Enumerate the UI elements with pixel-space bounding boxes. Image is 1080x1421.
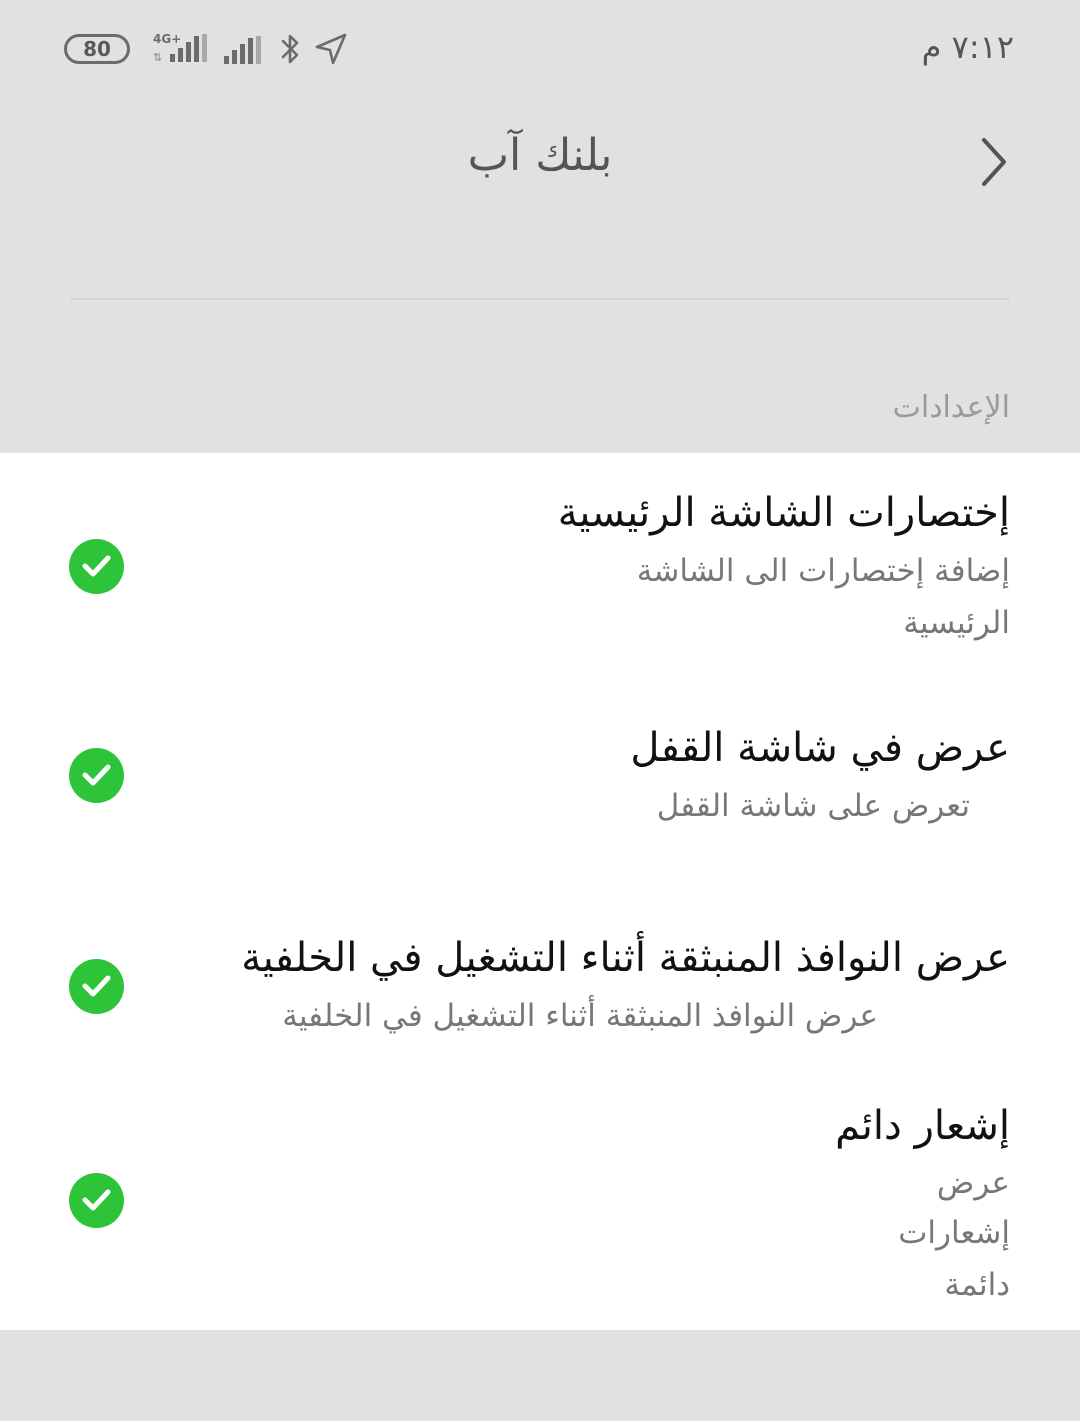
bluetooth-icon (281, 34, 299, 64)
checked-checkbox-icon[interactable] (69, 1173, 124, 1228)
setting-title: إشعار دائم (835, 1103, 1010, 1149)
header-divider (70, 298, 1010, 300)
location-arrow-icon (315, 33, 347, 65)
setting-subtitle-line: دائمة (944, 1267, 1010, 1303)
section-label-settings: الإعدادات (892, 390, 1010, 425)
setting-row-persistent-notification[interactable]: إشعار دائم عرض إشعارات دائمة (0, 1103, 1080, 1330)
setting-subtitle-line: عرض النوافذ المنبثقة أثناء التشغيل في ال… (282, 998, 878, 1034)
setting-row-home-shortcuts[interactable]: إختصارات الشاشة الرئيسية إضافة إختصارات … (0, 453, 1080, 683)
clock: ٧:١٢ م (921, 28, 1014, 66)
cellular-signal-icon (224, 36, 261, 64)
network-type-label: 4G+ (153, 32, 181, 46)
setting-title: عرض في شاشة القفل (630, 725, 1010, 771)
setting-row-lock-screen[interactable]: عرض في شاشة القفل تعرض على شاشة القفل (0, 683, 1080, 893)
setting-title: عرض النوافذ المنبثقة أثناء التشغيل في ال… (241, 935, 1010, 981)
setting-subtitle-line: الرئيسية (903, 605, 1010, 641)
page-title: بلنك آب (467, 130, 613, 181)
setting-subtitle-line: إشعارات (898, 1215, 1010, 1251)
checked-checkbox-icon[interactable] (69, 539, 124, 594)
setting-row-background-popups[interactable]: عرض النوافذ المنبثقة أثناء التشغيل في ال… (0, 893, 1080, 1103)
setting-subtitle-line: عرض (936, 1165, 1010, 1201)
status-bar: 80 4G+ ⇅ ٧:١٢ م (0, 0, 1080, 100)
setting-subtitle-line: إضافة إختصارات الى الشاشة (636, 553, 1010, 589)
checked-checkbox-icon[interactable] (69, 748, 124, 803)
setting-subtitle-line: تعرض على شاشة القفل (656, 788, 970, 824)
setting-title: إختصارات الشاشة الرئيسية (557, 490, 1010, 536)
cellular-4g-signal-icon: 4G+ ⇅ (153, 32, 207, 64)
svg-text:⇅: ⇅ (153, 51, 162, 64)
battery-indicator: 80 (64, 34, 130, 64)
settings-list: إختصارات الشاشة الرئيسية إضافة إختصارات … (0, 453, 1080, 1330)
checked-checkbox-icon[interactable] (69, 959, 124, 1014)
